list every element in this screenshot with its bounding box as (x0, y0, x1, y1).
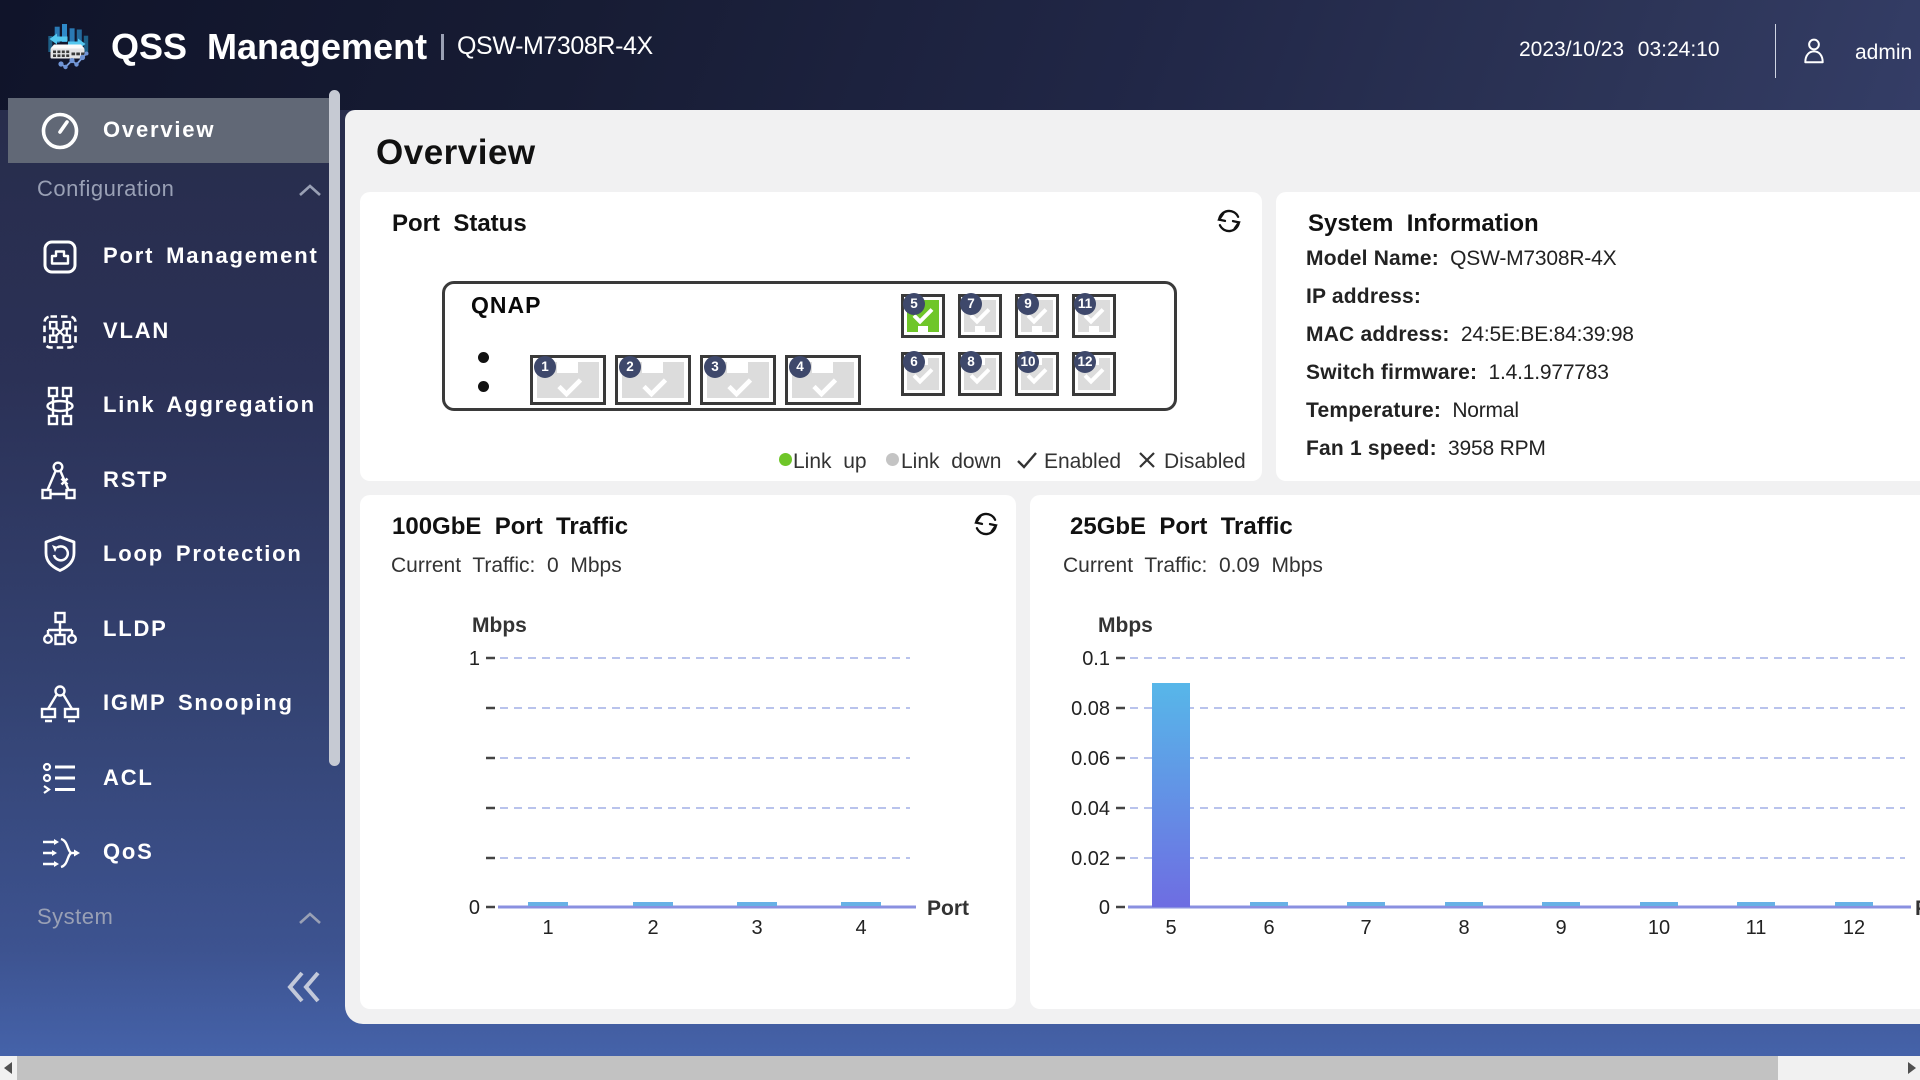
svg-text:7: 7 (1360, 917, 1371, 939)
svg-text:Port: Port (1915, 897, 1920, 920)
svg-text:0.1: 0.1 (1082, 648, 1110, 670)
svg-text:0.06: 0.06 (1071, 748, 1110, 770)
svg-text:Port: Port (927, 897, 969, 920)
svg-text:11: 11 (1746, 917, 1767, 939)
svg-text:1: 1 (542, 917, 553, 939)
svg-text:0: 0 (1099, 897, 1110, 919)
svg-text:4: 4 (855, 917, 866, 939)
svg-text:9: 9 (1555, 917, 1566, 939)
svg-text:0: 0 (469, 897, 480, 919)
svg-text:5: 5 (1165, 917, 1176, 939)
svg-text:8: 8 (1458, 917, 1469, 939)
svg-text:1: 1 (469, 648, 480, 670)
svg-text:0.08: 0.08 (1071, 698, 1110, 720)
svg-text:Mbps: Mbps (1098, 614, 1153, 637)
svg-text:3: 3 (751, 917, 762, 939)
svg-text:12: 12 (1843, 917, 1865, 939)
svg-text:0.02: 0.02 (1071, 848, 1110, 870)
svg-text:Mbps: Mbps (472, 614, 527, 637)
svg-text:0.04: 0.04 (1071, 798, 1110, 820)
svg-text:10: 10 (1648, 917, 1670, 939)
svg-text:2: 2 (647, 917, 658, 939)
svg-text:6: 6 (1263, 917, 1274, 939)
